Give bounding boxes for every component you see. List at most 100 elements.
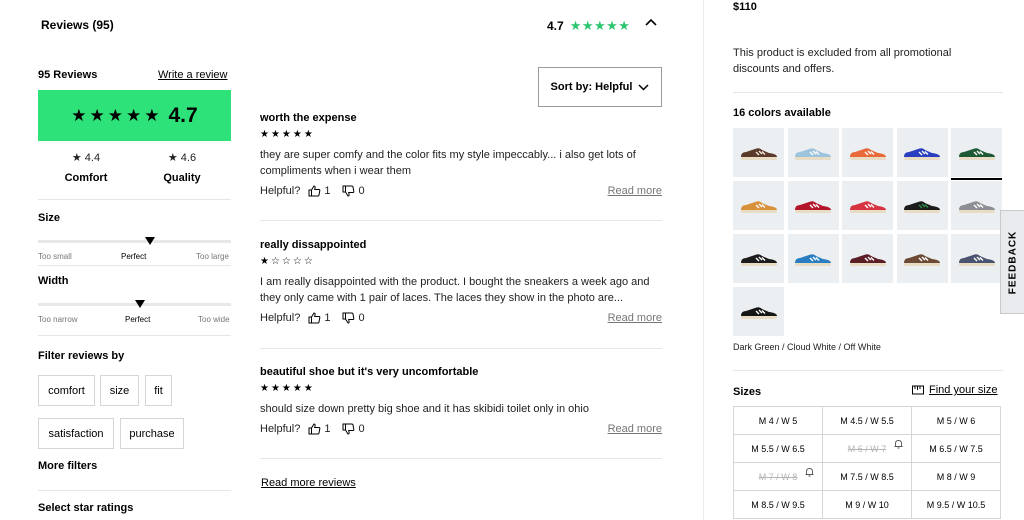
color-swatch[interactable] (896, 234, 948, 283)
color-swatch[interactable] (896, 128, 948, 177)
color-swatch[interactable] (787, 181, 839, 230)
filter-chip-fit[interactable]: fit (145, 375, 172, 406)
width-fit-high: Too wide (198, 315, 230, 324)
divider (38, 490, 231, 491)
helpful-no-button[interactable]: 0 (342, 185, 365, 197)
sneaker-image (740, 253, 777, 266)
notify-bell-icon (894, 439, 903, 451)
size-label: M 7.5 / W 8.5 (840, 471, 894, 482)
sneaker-image (849, 253, 886, 266)
overall-rating-box: ★★★★★ 4.7 (38, 90, 231, 141)
thumbs-up-icon (308, 185, 321, 197)
review-body: I am really disappointed with the produc… (260, 276, 650, 304)
size-option[interactable]: M 4 / W 5 (734, 407, 823, 435)
size-label: M 5 / W 6 (936, 415, 976, 426)
review-stars: ★★★★★ (260, 383, 315, 394)
size-label: M 4 / W 5 (758, 415, 798, 426)
review-body: should size down pretty big shoe and it … (260, 403, 589, 415)
size-label: M 8 / W 9 (936, 471, 976, 482)
helpful-yes-count: 1 (324, 423, 331, 435)
helpful-yes-button[interactable]: 1 (308, 423, 330, 435)
size-option[interactable]: M 4.5 / W 5.5 (823, 407, 912, 435)
size-option[interactable]: M 8.5 / W 9.5 (734, 491, 823, 519)
sort-dropdown[interactable]: Sort by: Helpful (538, 67, 662, 107)
feedback-tab[interactable]: FEEDBACK (1000, 210, 1024, 314)
color-swatch[interactable] (733, 128, 784, 177)
star-icon: ★ (71, 152, 82, 164)
read-more-link[interactable]: Read more (608, 312, 662, 324)
sneaker-image (849, 200, 886, 213)
filter-chip-satisfaction[interactable]: satisfaction (38, 418, 114, 449)
color-swatch[interactable] (733, 181, 784, 230)
find-your-size-link[interactable]: Find your size (912, 384, 997, 396)
product-price: $110 (733, 1, 757, 13)
filter-chip-comfort[interactable]: comfort (38, 375, 95, 406)
thumbs-down-icon (342, 312, 355, 324)
width-fit-marker (135, 300, 146, 308)
color-swatch[interactable] (787, 128, 839, 177)
width-fit-low: Too narrow (38, 315, 78, 324)
chevron-up-icon[interactable] (645, 18, 657, 26)
helpful-no-button[interactable]: 0 (342, 312, 365, 324)
sneaker-image (958, 147, 995, 160)
write-review-link[interactable]: Write a review (158, 69, 227, 81)
color-swatch[interactable] (896, 181, 948, 230)
review-stars: ★★★★★ (260, 129, 315, 140)
feedback-label: FEEDBACK (1007, 230, 1018, 294)
sort-label: Sort by: Helpful (550, 81, 633, 93)
size-label: M 6 / W 7 (847, 443, 887, 454)
color-swatch[interactable] (842, 234, 893, 283)
size-option[interactable]: M 9 / W 10 (823, 491, 912, 519)
size-option[interactable]: M 7.5 / W 8.5 (823, 463, 912, 491)
find-your-size-label: Find your size (929, 384, 998, 396)
filter-chip-size[interactable]: size (100, 375, 139, 406)
chevron-down-icon (638, 83, 649, 91)
size-label: M 9.5 / W 10.5 (926, 499, 986, 510)
column-separator (703, 0, 704, 520)
filter-chip-purchase[interactable]: purchase (120, 418, 184, 449)
review-item: worth the expense ★★★★★ they are super c… (260, 112, 662, 197)
color-swatch[interactable] (951, 234, 1002, 283)
ruler-icon (912, 385, 924, 395)
review-title: really dissappointed (260, 239, 367, 251)
read-more-reviews-link[interactable]: Read more reviews (261, 477, 356, 489)
sneaker-image (958, 200, 995, 213)
helpful-no-count: 0 (358, 312, 365, 324)
filter-title: Filter reviews by (38, 350, 125, 362)
color-swatch[interactable] (951, 181, 1002, 230)
read-more-link[interactable]: Read more (608, 423, 662, 435)
color-swatch[interactable] (733, 234, 784, 283)
comfort-score: ★ 4.4 Comfort (36, 151, 136, 184)
header-rating: 4.7 ★★★★★ (547, 18, 630, 34)
size-row: M 4 / W 5 M 4.5 / W 5.5 M 5 / W 6 (734, 407, 1001, 435)
more-filters-button[interactable]: More filters (38, 460, 97, 472)
color-swatch[interactable] (733, 287, 784, 336)
size-option[interactable]: M 8 / W 9 (912, 463, 1001, 491)
quality-value: 4.6 (180, 152, 197, 164)
helpful-yes-button[interactable]: 1 (308, 312, 330, 324)
divider (38, 335, 231, 336)
size-option[interactable]: M 6.5 / W 7.5 (912, 435, 1001, 463)
helpful-label: Helpful? (260, 185, 301, 197)
color-swatch[interactable] (787, 234, 839, 283)
size-option[interactable]: M 6 / W 7 (823, 435, 912, 463)
size-option[interactable]: M 9.5 / W 10.5 (912, 491, 1001, 519)
size-row: M 8.5 / W 9.5 M 9 / W 10 M 9.5 / W 10.5 (734, 491, 1001, 519)
size-option[interactable]: M 7 / W 8 (734, 463, 823, 491)
size-fit-low: Too small (38, 252, 72, 261)
selected-color-name: Dark Green / Cloud White / Off White (733, 342, 881, 352)
helpful-yes-button[interactable]: 1 (308, 185, 330, 197)
overall-rating: 4.7 (168, 103, 198, 127)
sizes-title: Sizes (733, 386, 762, 398)
helpful-no-count: 0 (358, 185, 365, 197)
color-swatch[interactable] (951, 128, 1002, 180)
helpful-no-button[interactable]: 0 (342, 423, 365, 435)
size-label: M 6.5 / W 7.5 (929, 443, 983, 454)
color-swatch[interactable] (842, 128, 893, 177)
color-swatch[interactable] (842, 181, 893, 230)
size-option[interactable]: M 5 / W 6 (912, 407, 1001, 435)
reviews-title: Reviews (95) (41, 18, 114, 32)
read-more-link[interactable]: Read more (608, 185, 662, 197)
size-option[interactable]: M 5.5 / W 6.5 (734, 435, 823, 463)
select-star-ratings[interactable]: Select star ratings (38, 502, 133, 514)
